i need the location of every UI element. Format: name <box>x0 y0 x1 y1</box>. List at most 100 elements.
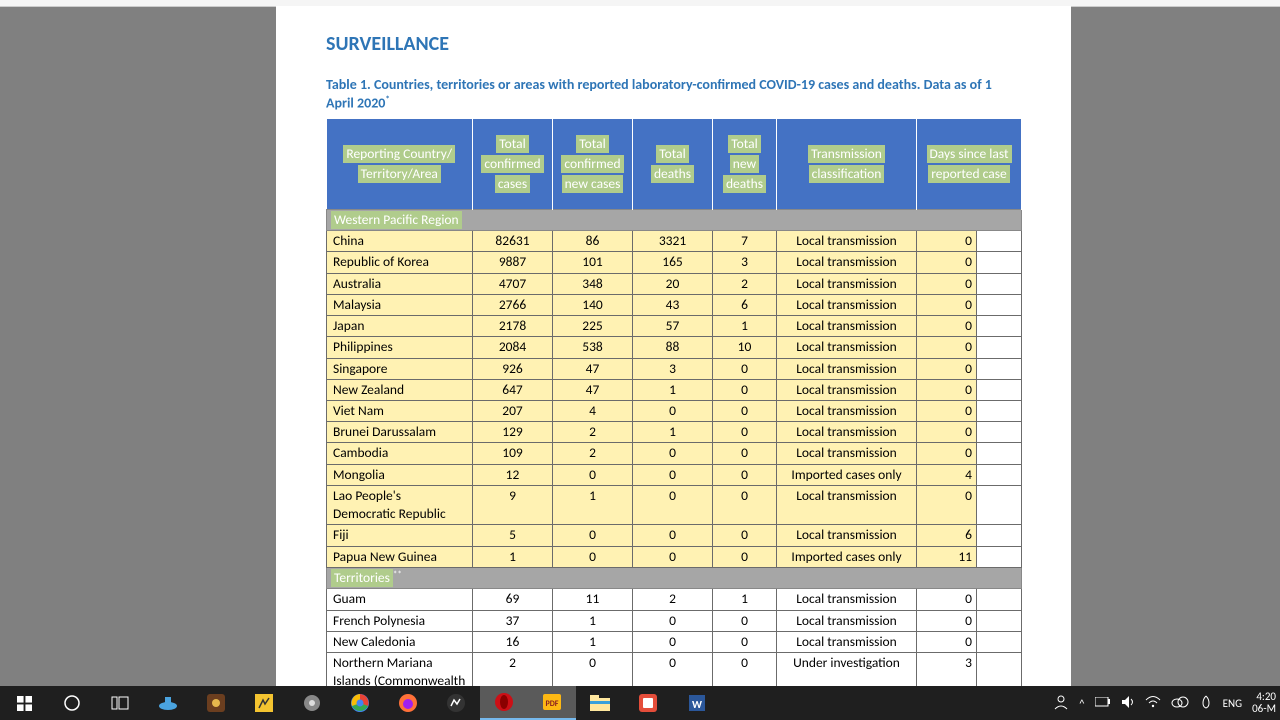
cell-cases: 12 <box>473 464 553 485</box>
cell-country: Mongolia <box>327 464 473 485</box>
cell-cases: 5 <box>473 525 553 546</box>
cell-deaths: 2 <box>633 589 713 610</box>
cell-cases: 4707 <box>473 273 553 294</box>
cell-new-deaths: 10 <box>713 337 777 358</box>
cell-transmission: Local transmission <box>777 273 917 294</box>
cell-deaths: 20 <box>633 273 713 294</box>
tray-app-icon[interactable] <box>1199 695 1213 712</box>
cell-new-deaths: 1 <box>713 316 777 337</box>
cell-deaths: 0 <box>633 401 713 422</box>
cell-days: 11 <box>917 546 977 567</box>
cell-blank <box>977 401 1022 422</box>
cell-new-cases: 101 <box>553 252 633 273</box>
table-header-row: Reporting Country/Territory/Area Totalco… <box>327 119 1022 210</box>
cell-new-deaths: 0 <box>713 610 777 631</box>
cell-blank <box>977 464 1022 485</box>
cell-new-cases: 4 <box>553 401 633 422</box>
table-row: Viet Nam207400Local transmission0 <box>327 401 1022 422</box>
cell-new-cases: 140 <box>553 294 633 315</box>
cell-country: New Caledonia <box>327 631 473 652</box>
cell-days: 0 <box>917 485 977 524</box>
cell-country: Lao People'sDemocratic Republic <box>327 485 473 524</box>
cell-transmission: Local transmission <box>777 610 917 631</box>
file-explorer-icon[interactable] <box>576 686 624 720</box>
table-row: Cambodia109200Local transmission0 <box>327 443 1022 464</box>
app-icon-2[interactable] <box>192 686 240 720</box>
cell-blank <box>977 631 1022 652</box>
firefox-icon[interactable] <box>384 686 432 720</box>
cell-transmission: Local transmission <box>777 231 917 252</box>
tray-volume-icon[interactable] <box>1121 695 1135 712</box>
cortana-icon[interactable] <box>48 686 96 720</box>
cell-days: 0 <box>917 422 977 443</box>
cell-country: Cambodia <box>327 443 473 464</box>
cell-cases: 129 <box>473 422 553 443</box>
opera-icon[interactable] <box>480 686 528 720</box>
cell-cases: 109 <box>473 443 553 464</box>
app-icon-1[interactable] <box>144 686 192 720</box>
cell-cases: 82631 <box>473 231 553 252</box>
cell-transmission: Local transmission <box>777 401 917 422</box>
word-icon[interactable]: W <box>672 686 720 720</box>
cell-country: Japan <box>327 316 473 337</box>
cell-country: Viet Nam <box>327 401 473 422</box>
cell-deaths: 165 <box>633 252 713 273</box>
region-header-row: Territories** <box>327 567 1022 589</box>
cell-country: New Zealand <box>327 379 473 400</box>
region-header-row: Western Pacific Region <box>327 210 1022 231</box>
cell-transmission: Local transmission <box>777 422 917 443</box>
cell-new-deaths: 1 <box>713 589 777 610</box>
tray-wifi-icon[interactable] <box>1145 696 1161 711</box>
cell-deaths: 57 <box>633 316 713 337</box>
app-icon-5[interactable] <box>432 686 480 720</box>
cell-blank <box>977 525 1022 546</box>
cell-cases: 37 <box>473 610 553 631</box>
tray-language[interactable]: ENG <box>1223 697 1242 710</box>
cell-deaths: 3321 <box>633 231 713 252</box>
chrome-icon[interactable] <box>336 686 384 720</box>
table-row: China826318633217Local transmission0 <box>327 231 1022 252</box>
tray-clock[interactable]: 4:20 06-M <box>1252 691 1276 715</box>
table-row: New Zealand6474710Local transmission0 <box>327 379 1022 400</box>
start-button[interactable] <box>0 686 48 720</box>
tray-cloud-icon[interactable] <box>1171 696 1189 711</box>
windows-taskbar: PDF W ^ ENG 4:20 06-M <box>0 686 1280 720</box>
col-new-deaths: Totalnewdeaths <box>713 119 777 210</box>
cell-new-deaths: 0 <box>713 358 777 379</box>
task-view-icon[interactable] <box>96 686 144 720</box>
tray-chevron-icon[interactable]: ^ <box>1079 697 1084 710</box>
app-icon-6[interactable] <box>624 686 672 720</box>
cell-cases: 207 <box>473 401 553 422</box>
cell-deaths: 0 <box>633 464 713 485</box>
cell-cases: 2178 <box>473 316 553 337</box>
tray-people-icon[interactable] <box>1053 694 1069 713</box>
cell-new-cases: 1 <box>553 631 633 652</box>
section-heading: SURVEILLANCE <box>326 32 1021 56</box>
table-row: Malaysia2766140436Local transmission0 <box>327 294 1022 315</box>
cell-cases: 1 <box>473 546 553 567</box>
cell-days: 0 <box>917 252 977 273</box>
cell-country: French Polynesia <box>327 610 473 631</box>
cell-new-cases: 2 <box>553 443 633 464</box>
cell-blank <box>977 589 1022 610</box>
cell-new-cases: 86 <box>553 231 633 252</box>
app-icon-3[interactable] <box>240 686 288 720</box>
cell-days: 4 <box>917 464 977 485</box>
col-cases: Totalconfirmedcases <box>473 119 553 210</box>
app-icon-4[interactable] <box>288 686 336 720</box>
cell-new-cases: 11 <box>553 589 633 610</box>
table-row: Brunei Darussalam129210Local transmissio… <box>327 422 1022 443</box>
cell-country: China <box>327 231 473 252</box>
pdf-app-icon[interactable]: PDF <box>528 686 576 720</box>
cell-deaths: 3 <box>633 358 713 379</box>
cell-new-cases: 0 <box>553 525 633 546</box>
tray-battery-icon[interactable] <box>1095 697 1111 710</box>
cell-new-deaths: 7 <box>713 231 777 252</box>
cell-blank <box>977 273 1022 294</box>
cell-cases: 9887 <box>473 252 553 273</box>
cell-transmission: Local transmission <box>777 358 917 379</box>
cell-days: 0 <box>917 401 977 422</box>
table-row: Guam691121Local transmission0 <box>327 589 1022 610</box>
cell-new-deaths: 0 <box>713 422 777 443</box>
cell-new-deaths: 0 <box>713 464 777 485</box>
